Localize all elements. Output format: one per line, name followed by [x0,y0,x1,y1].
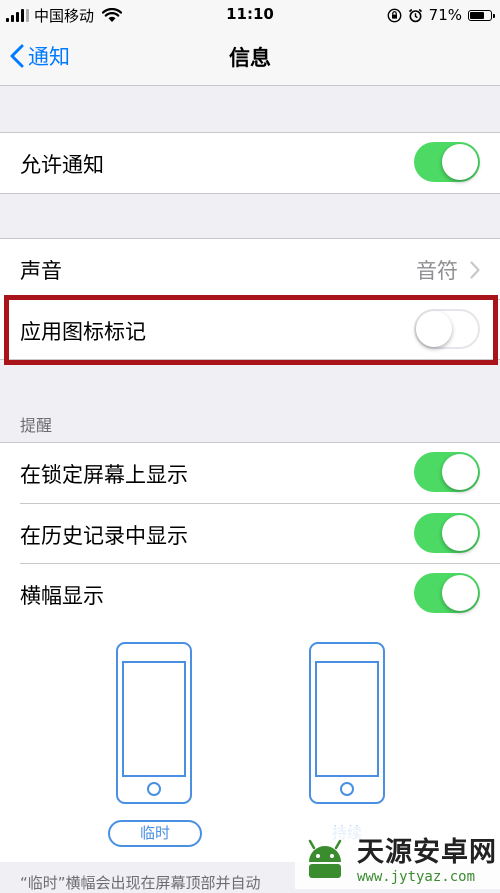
history-row: 在历史记录中显示 [20,503,500,563]
sound-label: 声音 [20,259,62,283]
sound-value-text: 音符 [416,259,458,283]
phone-screen [315,661,379,777]
orientation-lock-icon [387,8,402,22]
battery-percent: 71% [428,6,462,24]
alerts-group: 在锁定屏幕上显示 在历史记录中显示 横幅显示 [0,442,500,624]
chevron-right-icon [470,261,480,279]
banner-description: “临时”横幅会出现在屏幕顶部并自动 [20,874,261,892]
home-button-icon [147,782,161,796]
allow-notifications-row: 允许通知 [0,133,500,193]
badge-toggle[interactable] [414,309,480,349]
alerts-section-header: 提醒 [20,416,53,435]
temporary-style-button[interactable]: 临时 [108,820,202,847]
temporary-phone-illustration[interactable] [116,642,192,804]
status-bar: 中国移动 11:10 71% [0,0,500,30]
lock-screen-row: 在锁定屏幕上显示 [0,443,500,503]
battery-icon [468,9,495,21]
navigation-bar: 通知 信息 [0,30,500,86]
badge-row: 应用图标标记 [20,299,500,359]
badge-label: 应用图标标记 [20,320,146,344]
site-watermark: 天源安卓网 www.jytyaz.com [295,826,500,889]
allow-notifications-label: 允许通知 [20,153,104,177]
allow-notifications-group: 允许通知 [0,132,500,194]
lock-screen-toggle[interactable] [414,452,480,492]
status-right: 71% [387,5,495,25]
history-toggle[interactable] [414,513,480,553]
home-button-icon [340,782,354,796]
alarm-icon [408,8,422,22]
persistent-phone-illustration[interactable] [309,642,385,804]
sound-badge-group: 声音 音符 应用图标标记 [0,238,500,360]
android-logo-icon [308,839,342,878]
banner-label: 横幅显示 [20,584,104,608]
banner-row: 横幅显示 [20,563,500,623]
watermark-url: www.jytyaz.com [357,869,476,885]
lock-screen-label: 在锁定屏幕上显示 [20,463,188,487]
page-title: 信息 [229,46,271,70]
sound-row[interactable]: 声音 音符 [0,239,500,299]
phone-screen [122,661,186,777]
history-label: 在历史记录中显示 [20,524,188,548]
allow-notifications-toggle[interactable] [414,142,480,182]
banner-toggle[interactable] [414,573,480,613]
sound-value[interactable]: 音符 [416,255,480,285]
watermark-title: 天源安卓网 [357,837,497,868]
